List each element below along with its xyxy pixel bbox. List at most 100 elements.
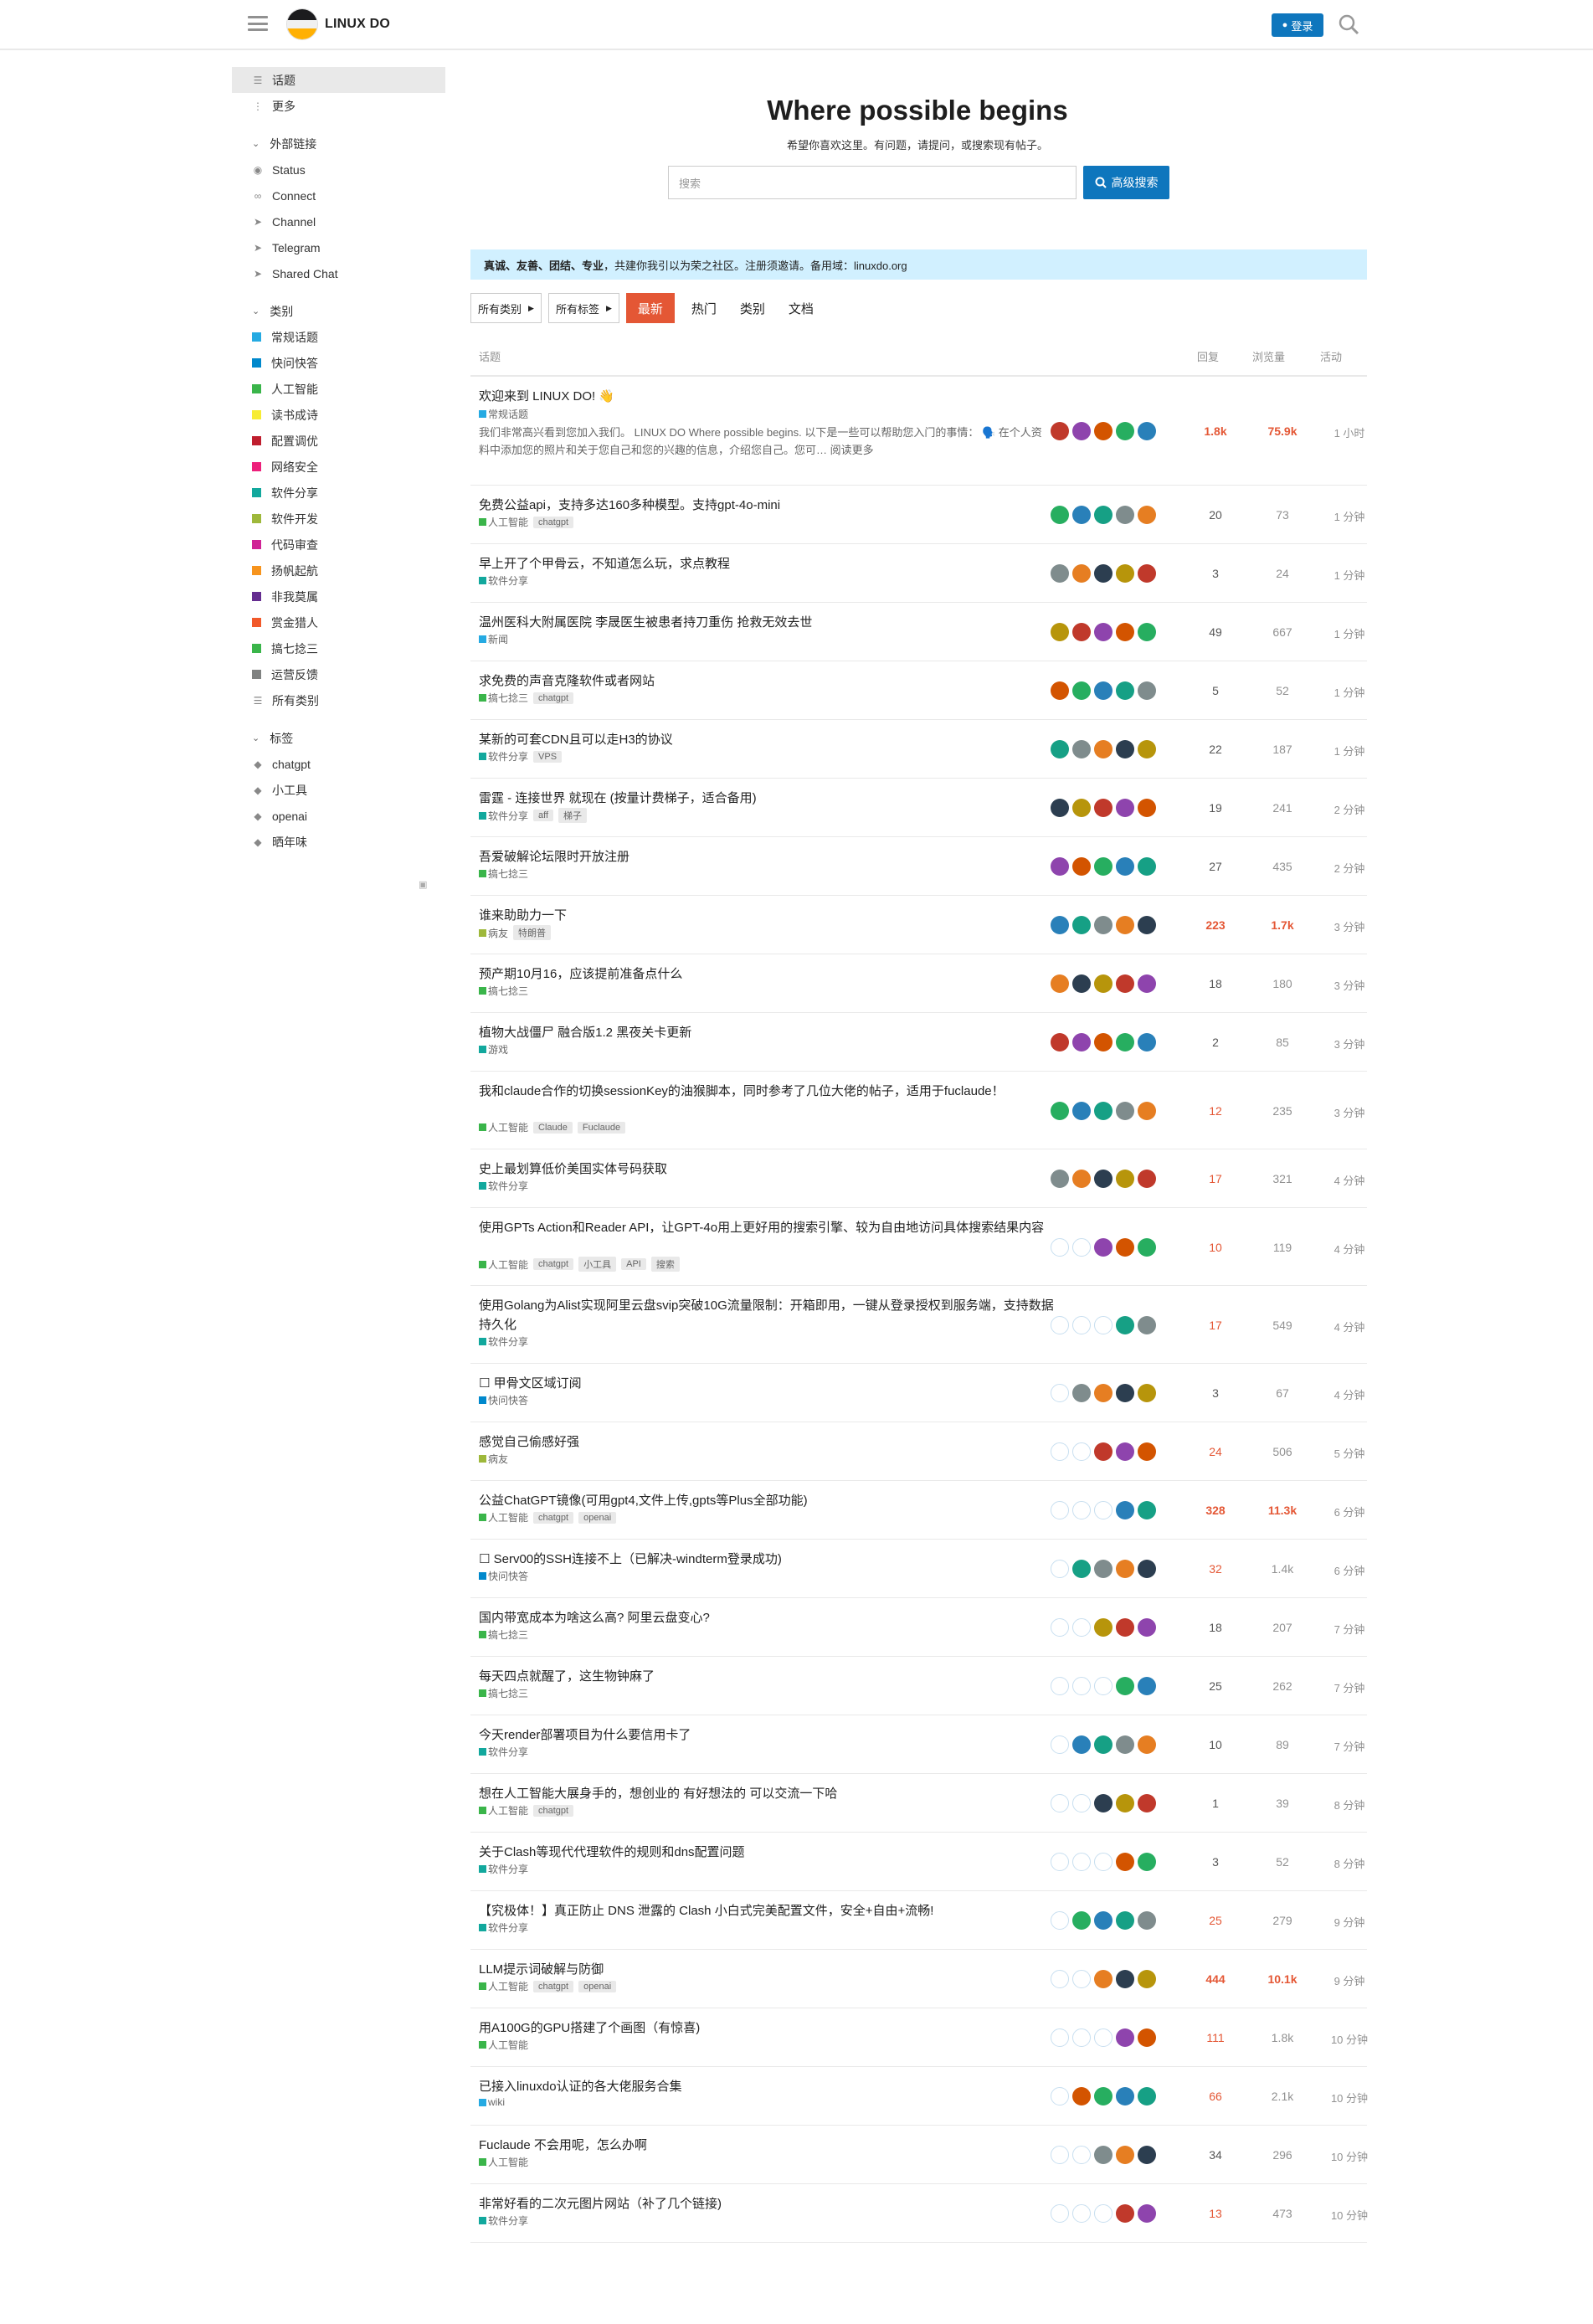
topic-category-badge[interactable]: 搞七捻三: [479, 1686, 528, 1700]
topic-title-link[interactable]: 每天四点就醒了，这生物钟麻了: [479, 1667, 1056, 1686]
topic-category-badge[interactable]: 软件分享: [479, 1334, 528, 1349]
avatar[interactable]: [1051, 1501, 1069, 1519]
reply-count[interactable]: 2: [1190, 1036, 1241, 1049]
avatar[interactable]: [1116, 1560, 1134, 1578]
avatar[interactable]: [1094, 1794, 1113, 1812]
table-row[interactable]: 植物大战僵尸 融合版1.2 黑夜关卡更新 游戏 2 85 3 分钟: [470, 1013, 1367, 1072]
avatar[interactable]: [1138, 2028, 1156, 2047]
avatar[interactable]: [1138, 2087, 1156, 2105]
topic-category-badge[interactable]: 软件分享: [479, 1179, 528, 1193]
avatar[interactable]: [1072, 1560, 1091, 1578]
avatar[interactable]: [1072, 1970, 1091, 1988]
last-activity[interactable]: 1 分钟: [1312, 508, 1387, 524]
avatar[interactable]: [1051, 1316, 1069, 1334]
table-row[interactable]: 【究极体！】真正防止 DNS 泄露的 Clash 小白式完美配置文件，安全+自由…: [470, 1891, 1367, 1950]
avatar[interactable]: [1072, 506, 1091, 524]
topic-category-badge[interactable]: 人工智能: [479, 1979, 528, 1993]
topic-category-badge[interactable]: 病友: [479, 926, 508, 940]
reply-count[interactable]: 10: [1190, 1241, 1241, 1254]
avatar[interactable]: [1094, 1618, 1113, 1637]
topic-title-link[interactable]: 预产期10月16，应该提前准备点什么: [479, 964, 1056, 984]
avatar[interactable]: [1072, 2146, 1091, 2164]
column-replies[interactable]: 回复: [1197, 348, 1219, 364]
topic-title-link[interactable]: 温州医科大附属医院 李晟医生被患者持刀重伤 抢救无效去世: [479, 613, 1056, 632]
tag-dropdown[interactable]: 所有标签 ▶: [547, 293, 619, 323]
topic-title-link[interactable]: 早上开了个甲骨云，不知道怎么玩，求点教程: [479, 554, 1056, 573]
last-activity[interactable]: 8 分钟: [1312, 1797, 1387, 1812]
advanced-search-button[interactable]: 高级搜索: [1083, 166, 1169, 199]
reply-count[interactable]: 20: [1190, 508, 1241, 522]
table-row[interactable]: 欢迎来到 LINUX DO! 👋 常规话题 我们非常高兴看到您加入我们。 LINUX…: [470, 377, 1367, 486]
avatar[interactable]: [1138, 623, 1156, 641]
reply-count[interactable]: 10: [1190, 1738, 1241, 1751]
avatar[interactable]: [1072, 1911, 1091, 1930]
table-row[interactable]: 免费公益api，支持多达160多种模型。支持gpt-4o-mini 人工智能 cha…: [470, 486, 1367, 544]
avatar[interactable]: [1051, 1970, 1069, 1988]
table-row[interactable]: Fuclaude 不会用呢，怎么办啊 人工智能 34 296 10 分钟: [470, 2126, 1368, 2184]
avatar[interactable]: [1116, 1238, 1134, 1257]
reply-count[interactable]: 17: [1190, 1172, 1241, 1185]
avatar[interactable]: [1116, 916, 1134, 934]
avatar[interactable]: [1094, 681, 1113, 700]
last-activity[interactable]: 10 分钟: [1312, 2148, 1387, 2164]
topic-category-badge[interactable]: 人工智能: [479, 1803, 528, 1818]
avatar[interactable]: [1094, 506, 1113, 524]
avatar[interactable]: [1138, 1442, 1156, 1461]
avatar[interactable]: [1094, 2028, 1113, 2047]
avatar[interactable]: [1072, 2028, 1091, 2047]
table-row[interactable]: ☐ Serv00的SSH连接不上（已解决-windterm登录成功) 快问快答 32…: [470, 1540, 1367, 1598]
last-activity[interactable]: 1 分钟: [1312, 625, 1387, 641]
topic-title-link[interactable]: 想在人工智能大展身手的，想创业的 有好想法的 可以交流一下哈: [479, 1784, 1056, 1803]
avatar[interactable]: [1094, 1735, 1113, 1754]
table-row[interactable]: 公益ChatGPT镜像(可用gpt4,文件上传,gpts等Plus全部功能) 人工…: [470, 1481, 1367, 1540]
avatar[interactable]: [1094, 857, 1113, 876]
avatar[interactable]: [1116, 1501, 1134, 1519]
avatar[interactable]: [1094, 1970, 1113, 1988]
reply-count[interactable]: 19: [1190, 801, 1241, 815]
reply-count[interactable]: 22: [1190, 743, 1241, 756]
avatar[interactable]: [1094, 1501, 1113, 1519]
table-row[interactable]: 用A100G的GPU搭建了个画图（有惊喜) 人工智能 111 1.8k 10 分钟: [470, 2008, 1368, 2067]
sidebar-item-category[interactable]: 网络安全: [232, 454, 445, 480]
topic-title-link[interactable]: 关于Clash等现代代理软件的规则和dns配置问题: [479, 1843, 1056, 1862]
topic-tag[interactable]: API: [621, 1258, 646, 1270]
sidebar-item-tag[interactable]: ◆ chatgpt: [232, 751, 445, 777]
topic-title-link[interactable]: 用A100G的GPU搭建了个画图（有惊喜): [479, 2018, 1056, 2038]
sidebar-item-topics[interactable]: ☰ 话题: [232, 67, 445, 93]
sidebar-item-category[interactable]: 人工智能: [232, 376, 445, 402]
avatar[interactable]: [1116, 2204, 1134, 2223]
avatar[interactable]: [1072, 1384, 1091, 1402]
avatar[interactable]: [1051, 564, 1069, 583]
avatar[interactable]: [1138, 1560, 1156, 1578]
topic-category-badge[interactable]: 病友: [479, 1452, 508, 1466]
avatar[interactable]: [1094, 974, 1113, 993]
avatar[interactable]: [1138, 974, 1156, 993]
topic-category-badge[interactable]: wiki: [479, 2096, 505, 2108]
last-activity[interactable]: 3 分钟: [1312, 977, 1387, 993]
avatar[interactable]: [1094, 1238, 1113, 1257]
topic-title-link[interactable]: ☐ 甲骨文区域订阅: [479, 1374, 1056, 1393]
topic-title-link[interactable]: ☐ Serv00的SSH连接不上（已解决-windterm登录成功): [479, 1550, 1056, 1569]
topic-title-link[interactable]: 欢迎来到 LINUX DO! 👋: [479, 387, 1056, 406]
avatar[interactable]: [1072, 1735, 1091, 1754]
avatar[interactable]: [1116, 506, 1134, 524]
table-row[interactable]: 史上最划算低价美国实体号码获取 软件分享 17 321 4 分钟: [470, 1149, 1367, 1208]
sidebar-item-category[interactable]: 快问快答: [232, 350, 445, 376]
topic-title-link[interactable]: 雷霆 - 连接世界 就现在 (按量计费梯子，适合备用): [479, 789, 1056, 808]
topic-tag[interactable]: 梯子: [558, 808, 588, 823]
reply-count[interactable]: 3: [1190, 1855, 1241, 1869]
topic-title-link[interactable]: 求免费的声音克隆软件或者网站: [479, 671, 1056, 691]
avatar[interactable]: [1138, 2146, 1156, 2164]
site-logo[interactable]: LINUX DO: [286, 8, 390, 40]
avatar[interactable]: [1072, 2087, 1091, 2105]
avatar[interactable]: [1072, 1618, 1091, 1637]
last-activity[interactable]: 5 分钟: [1312, 1445, 1387, 1461]
avatar[interactable]: [1072, 1853, 1091, 1871]
table-row[interactable]: 温州医科大附属医院 李晟医生被患者持刀重伤 抢救无效去世 新闻 49 667 1 分钟: [470, 603, 1367, 661]
last-activity[interactable]: 4 分钟: [1312, 1172, 1387, 1188]
avatar[interactable]: [1116, 1442, 1134, 1461]
avatar[interactable]: [1138, 1735, 1156, 1754]
topic-title-link[interactable]: 公益ChatGPT镜像(可用gpt4,文件上传,gpts等Plus全部功能): [479, 1491, 1056, 1510]
avatar[interactable]: [1051, 857, 1069, 876]
column-views[interactable]: 浏览量: [1252, 348, 1285, 364]
